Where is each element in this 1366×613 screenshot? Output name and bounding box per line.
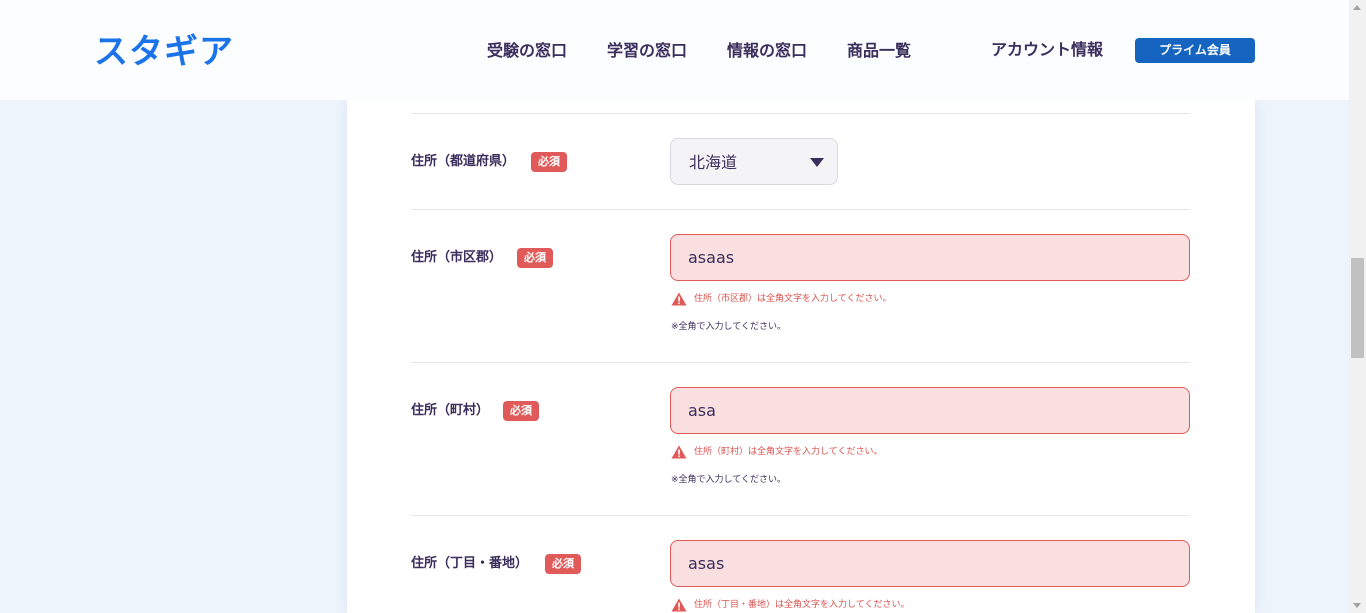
nav-account-info[interactable]: アカウント情報 [991,39,1103,61]
scroll-up-icon[interactable] [1353,5,1361,10]
row-divider [411,515,1190,516]
page-scrollbar[interactable] [1349,0,1366,613]
city-input[interactable] [670,234,1190,281]
scroll-down-icon[interactable] [1353,603,1361,608]
row-divider [411,113,1190,114]
warning-triangle-icon [671,292,687,306]
site-logo[interactable]: スタギア [94,32,234,72]
site-header: スタギア 受験の窓口 学習の窓口 情報の窓口 商品一覧 アカウント情報 プライム… [0,0,1349,100]
nav-product-list[interactable]: 商品一覧 [847,40,911,62]
block-error-text: 住所（丁目・番地）は全角文字を入力してください。 [694,600,910,610]
nav-info-window[interactable]: 情報の窓口 [727,40,807,62]
town-label: 住所（町村） [411,403,490,418]
chevron-down-icon [810,158,824,167]
row-divider [411,362,1190,363]
prime-member-button[interactable]: プライム会員 [1135,38,1255,63]
town-error-text: 住所（町村）は全角文字を入力してください。 [694,447,883,457]
warning-triangle-icon [671,445,687,459]
block-input[interactable] [670,540,1190,587]
row-divider [411,209,1190,210]
town-input[interactable] [670,387,1190,434]
nav-study-window[interactable]: 学習の窓口 [607,40,687,62]
required-badge: 必須 [531,152,567,172]
required-badge: 必須 [517,248,553,268]
prefecture-label: 住所（都道府県） [411,154,516,169]
warning-triangle-icon [671,598,687,612]
prefecture-select[interactable]: 北海道 [670,138,838,185]
scrollbar-thumb[interactable] [1351,258,1364,358]
town-note: ※全角で入力してください。 [671,475,787,485]
nav-exam-window[interactable]: 受験の窓口 [487,40,567,62]
city-note: ※全角で入力してください。 [671,322,787,332]
city-error-text: 住所（市区郡）は全角文字を入力してください。 [694,294,892,304]
city-label: 住所（市区郡） [411,250,503,265]
required-badge: 必須 [503,401,539,421]
prefecture-select-value: 北海道 [689,153,738,172]
required-badge: 必須 [545,554,581,574]
block-label: 住所（丁目・番地） [411,556,529,571]
